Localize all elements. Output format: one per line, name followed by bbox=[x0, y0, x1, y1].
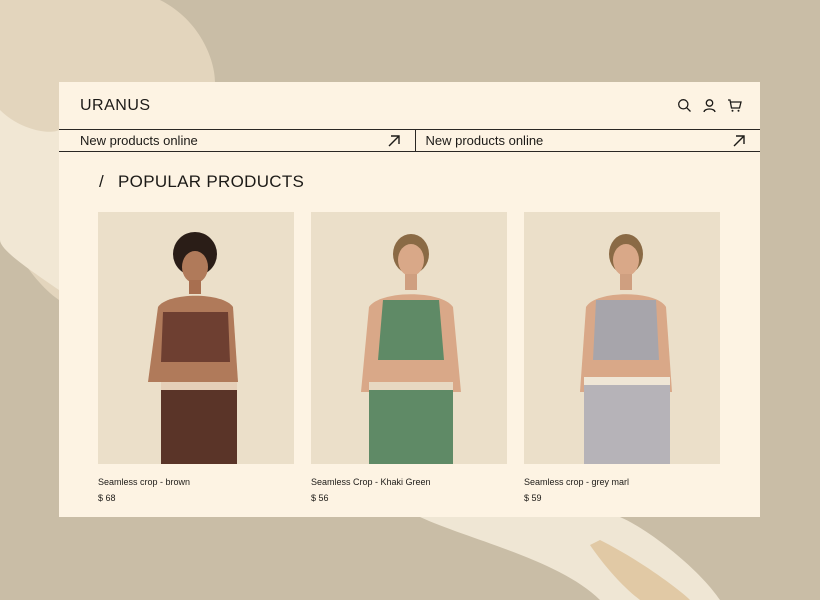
section-heading: / POPULAR PRODUCTS bbox=[99, 172, 304, 192]
heading-slash: / bbox=[99, 172, 105, 191]
arrow-up-right-icon bbox=[387, 133, 401, 147]
arrow-up-right-icon bbox=[732, 133, 746, 147]
product-price: $ 56 bbox=[311, 493, 329, 503]
product-photo[interactable] bbox=[98, 212, 294, 464]
ticker-item[interactable]: New products online bbox=[59, 130, 415, 151]
product-card[interactable]: Seamless crop - brown $ 68 bbox=[98, 212, 294, 503]
product-card[interactable]: Seamless crop - grey marl $ 59 bbox=[524, 212, 720, 503]
header-icons bbox=[677, 98, 742, 113]
user-icon[interactable] bbox=[702, 98, 717, 113]
cart-icon[interactable] bbox=[727, 98, 742, 113]
announcement-ticker: New products online New products online bbox=[59, 129, 760, 152]
product-name: Seamless crop - brown bbox=[98, 477, 191, 487]
ticker-label: New products online bbox=[80, 133, 198, 148]
product-price: $ 59 bbox=[524, 493, 542, 503]
model-figure bbox=[148, 232, 238, 464]
model-figure bbox=[361, 234, 461, 464]
product-grid: Seamless crop - brown $ 68 Seamless Crop… bbox=[98, 212, 720, 503]
store-card: URANUS New products online New products … bbox=[59, 82, 760, 517]
model-figure bbox=[580, 234, 672, 464]
product-price: $ 68 bbox=[98, 493, 116, 503]
search-icon[interactable] bbox=[677, 98, 692, 113]
ticker-label: New products online bbox=[425, 133, 544, 148]
section-title: POPULAR PRODUCTS bbox=[118, 172, 305, 191]
product-photo[interactable] bbox=[311, 212, 507, 464]
product-name: Seamless Crop - Khaki Green bbox=[311, 477, 431, 487]
ticker-item[interactable]: New products online bbox=[414, 130, 761, 151]
brand-logo[interactable]: URANUS bbox=[80, 97, 151, 115]
product-photo[interactable] bbox=[524, 212, 720, 464]
product-card[interactable]: Seamless Crop - Khaki Green $ 56 bbox=[311, 212, 507, 503]
product-name: Seamless crop - grey marl bbox=[524, 477, 630, 487]
